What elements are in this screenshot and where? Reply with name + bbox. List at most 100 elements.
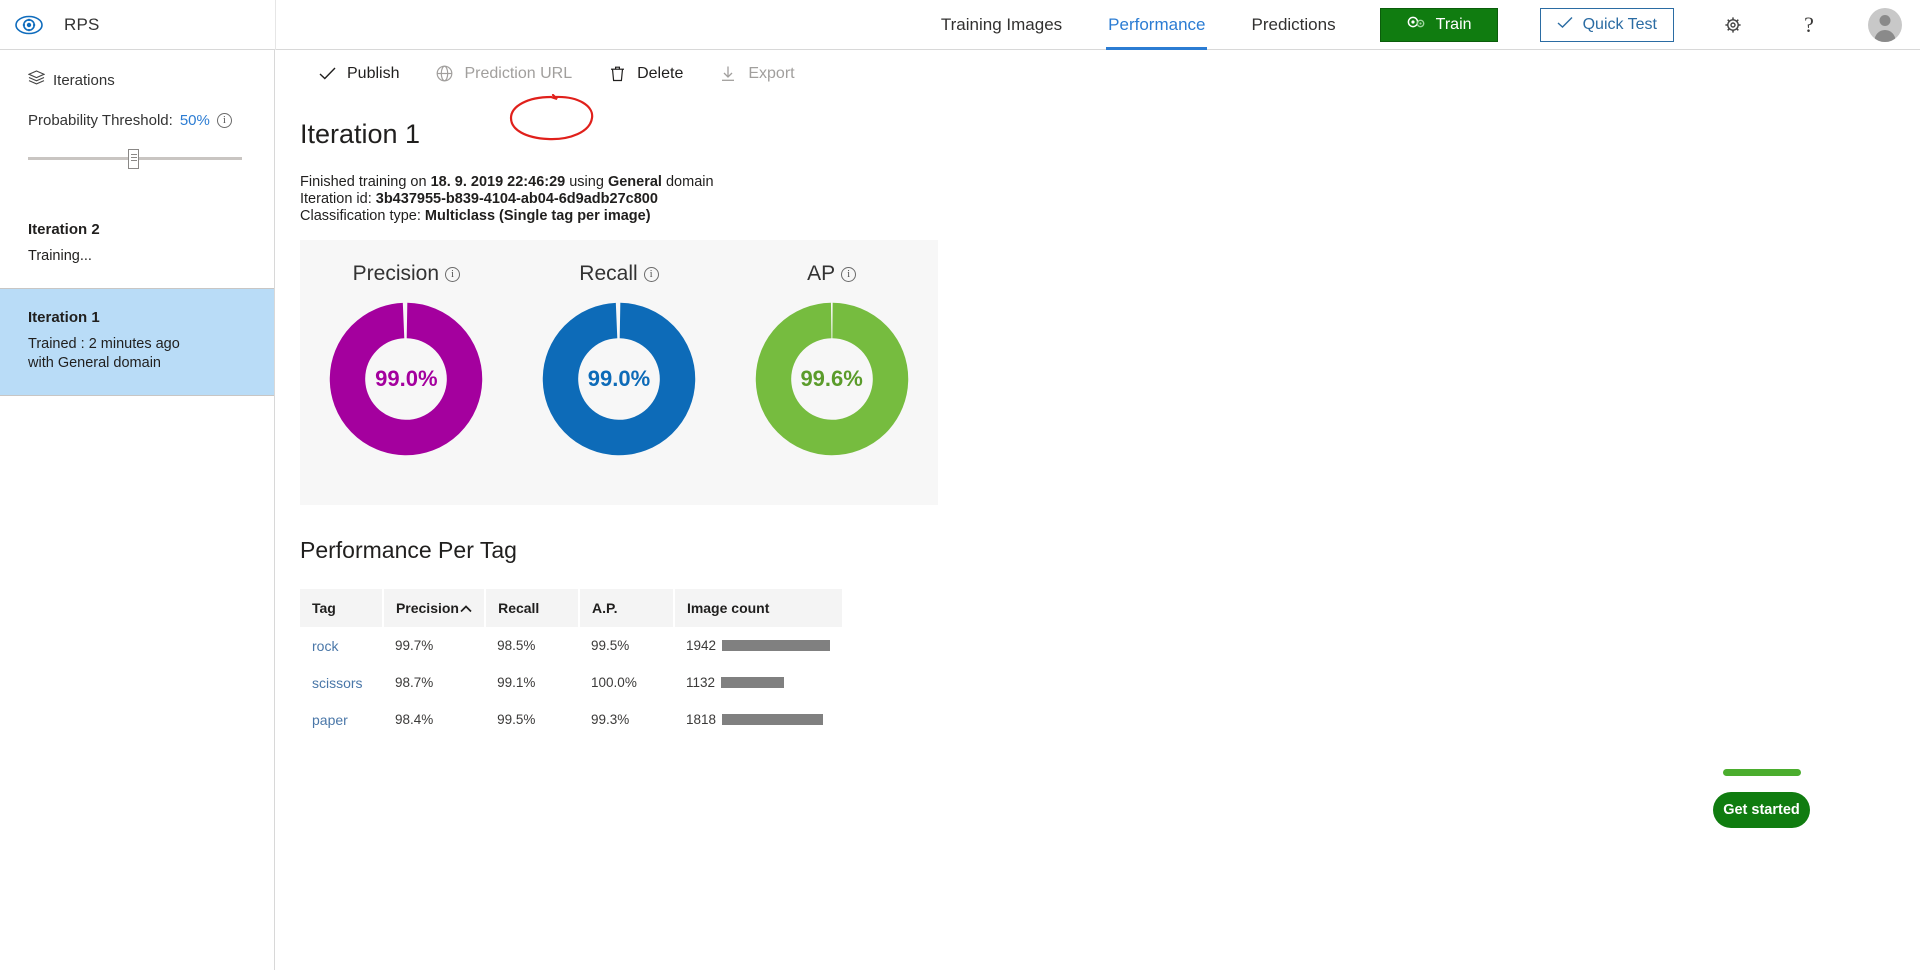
trash-icon bbox=[608, 65, 626, 83]
cell-tag[interactable]: rock bbox=[300, 627, 383, 664]
meta-finished-mid: using bbox=[565, 174, 608, 190]
probability-threshold-slider[interactable] bbox=[28, 147, 242, 169]
tag-link[interactable]: paper bbox=[312, 712, 348, 728]
meta-finished-prefix: Finished training on bbox=[300, 174, 431, 190]
tab-training-images[interactable]: Training Images bbox=[939, 0, 1064, 50]
image-count-bar bbox=[720, 677, 784, 688]
threshold-value: 50% bbox=[179, 112, 210, 129]
cell-ap: 100.0% bbox=[591, 675, 637, 690]
table-row[interactable]: scissors 98.7% 99.1% 100.0% 1132 bbox=[300, 664, 842, 701]
layers-icon bbox=[27, 70, 46, 90]
meta-classification-label: Classification type: bbox=[300, 208, 425, 224]
delete-button[interactable]: Delete bbox=[590, 50, 701, 97]
header-nav: Training Images Performance Predictions … bbox=[276, 0, 1920, 50]
app-header: RPS Training Images Performance Predicti… bbox=[0, 0, 1920, 50]
publish-button[interactable]: Publish bbox=[300, 50, 417, 97]
prediction-url-label: Prediction URL bbox=[464, 64, 573, 82]
info-icon[interactable]: i bbox=[445, 266, 461, 282]
info-icon[interactable]: i bbox=[841, 266, 857, 282]
delete-label: Delete bbox=[637, 64, 684, 82]
page-title: Iteration 1 bbox=[300, 119, 421, 149]
tag-link[interactable]: scissors bbox=[312, 675, 363, 691]
iteration-title: Iteration 2 bbox=[28, 221, 100, 238]
cell-precision: 98.4% bbox=[394, 712, 434, 727]
help-button[interactable]: ? bbox=[1792, 8, 1826, 42]
download-icon bbox=[719, 65, 737, 83]
table-row[interactable]: paper 98.4% 99.5% 99.3% 1818 bbox=[300, 701, 842, 738]
cell-tag[interactable]: paper bbox=[300, 701, 383, 738]
metric-ap-label: AP i bbox=[807, 262, 857, 286]
cell-recall: 99.1% bbox=[497, 675, 536, 690]
image-count-value: 1132 bbox=[685, 675, 715, 690]
image-count-bar bbox=[721, 714, 823, 725]
publish-label: Publish bbox=[347, 64, 400, 82]
settings-button[interactable] bbox=[1716, 8, 1750, 42]
sidebar-item-iteration-2[interactable]: Iteration 2 Training... bbox=[0, 201, 274, 289]
info-icon[interactable]: i bbox=[643, 266, 659, 282]
column-header-recall[interactable]: Recall bbox=[485, 589, 581, 627]
meta-iteration-id-line: Iteration id: 3b437955-b839-4104-ab04-6d… bbox=[300, 191, 1920, 208]
export-button: Export bbox=[701, 50, 812, 97]
train-button-label: Train bbox=[1435, 15, 1472, 33]
meta-finished-suffix: domain bbox=[661, 174, 714, 190]
metric-recall: Recall i 99.0% bbox=[519, 262, 719, 456]
gear-icon bbox=[1725, 16, 1741, 33]
cell-image-count: 1818 bbox=[674, 701, 842, 738]
metric-ap: AP i 99.6% bbox=[732, 262, 932, 456]
question-mark-icon: ? bbox=[1804, 11, 1814, 37]
metric-recall-label: Recall i bbox=[579, 262, 659, 286]
info-icon[interactable]: i bbox=[216, 113, 232, 128]
table-header-row: Tag Precision Recall A.P. Image count bbox=[300, 589, 842, 627]
column-header-ap[interactable]: A.P. bbox=[579, 589, 675, 627]
iteration-title: Iteration 1 bbox=[28, 309, 100, 326]
cell-image-count: 1132 bbox=[674, 664, 842, 701]
ap-donut-chart: 99.6% bbox=[755, 302, 909, 456]
column-header-precision[interactable]: Precision bbox=[382, 589, 487, 627]
meta-classification-line: Classification type: Multiclass (Single … bbox=[300, 208, 1920, 225]
chevron-up-icon bbox=[460, 600, 472, 616]
probability-threshold-label: Probability Threshold: 50% i bbox=[28, 112, 246, 129]
column-header-tag[interactable]: Tag bbox=[300, 589, 384, 627]
meta-domain: General bbox=[607, 174, 662, 190]
quick-test-button-label: Quick Test bbox=[1582, 15, 1657, 33]
table-header: Tag Precision Recall A.P. Image count bbox=[300, 589, 842, 627]
column-header-image-count[interactable]: Image count bbox=[673, 589, 842, 627]
checkmark-icon bbox=[1557, 16, 1573, 34]
command-bar: Publish Prediction URL Delete Export bbox=[276, 50, 1920, 97]
table-row[interactable]: rock 99.7% 98.5% 99.5% 1942 bbox=[300, 627, 842, 664]
metric-ap-title: AP bbox=[807, 262, 836, 285]
train-button[interactable]: Train bbox=[1379, 7, 1498, 42]
column-label-ap: A.P. bbox=[592, 600, 618, 616]
avatar[interactable] bbox=[1868, 7, 1902, 42]
performance-per-tag-table: Tag Precision Recall A.P. Image count ro… bbox=[300, 589, 842, 738]
cell-image-count: 1942 bbox=[674, 627, 842, 664]
tab-predictions[interactable]: Predictions bbox=[1249, 0, 1337, 50]
tab-performance[interactable]: Performance bbox=[1106, 0, 1208, 50]
image-count-value: 1942 bbox=[685, 638, 716, 653]
image-count-value: 1818 bbox=[685, 712, 716, 727]
cell-precision: 99.7% bbox=[394, 638, 434, 653]
cell-tag[interactable]: scissors bbox=[300, 664, 383, 701]
recall-value: 99.0% bbox=[587, 366, 651, 391]
meta-finished-line: Finished training on 18. 9. 2019 22:46:2… bbox=[300, 174, 1920, 191]
slider-thumb[interactable] bbox=[128, 149, 139, 169]
meta-iteration-id-value: 3b437955-b839-4104-ab04-6d9adb27c800 bbox=[375, 191, 658, 207]
cell-ap: 99.5% bbox=[591, 638, 630, 653]
sidebar-item-iteration-1[interactable]: Iteration 1 Trained : 2 minutes ago with… bbox=[0, 289, 274, 396]
table-body: rock 99.7% 98.5% 99.5% 1942 scissors 98.… bbox=[300, 627, 842, 738]
quick-test-button[interactable]: Quick Test bbox=[1539, 7, 1674, 42]
iteration-status: Trained : 2 minutes ago with General dom… bbox=[28, 336, 180, 371]
metrics-panel: Precision i 99.0% Recall i 99.0% AP i 99… bbox=[300, 240, 938, 505]
recall-donut-chart: 99.0% bbox=[542, 302, 696, 456]
meta-iteration-id-label: Iteration id: bbox=[300, 191, 376, 207]
globe-icon bbox=[435, 65, 453, 83]
get-started-button[interactable]: Get started bbox=[1713, 792, 1810, 828]
ap-value: 99.6% bbox=[800, 366, 863, 391]
iteration-status: Training... bbox=[28, 248, 92, 264]
column-label-precision: Precision bbox=[395, 600, 459, 616]
meta-classification-value: Multiclass (Single tag per image) bbox=[424, 208, 651, 224]
cell-precision: 98.7% bbox=[394, 675, 434, 690]
tag-link[interactable]: rock bbox=[312, 638, 338, 654]
brand: RPS bbox=[0, 10, 275, 40]
precision-value: 99.0% bbox=[375, 366, 438, 391]
